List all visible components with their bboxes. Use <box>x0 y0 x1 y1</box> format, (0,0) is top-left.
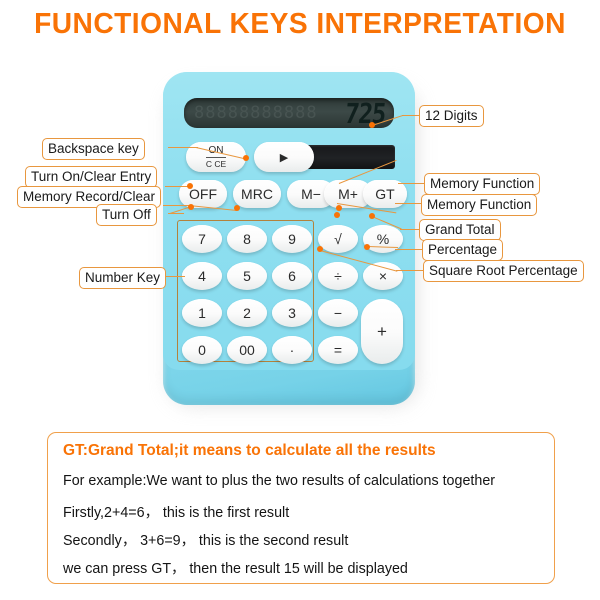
key-equals[interactable]: = <box>318 336 358 364</box>
leader-sqrt-pct <box>396 270 424 272</box>
label-memory-function-minus: Memory Function <box>424 173 541 195</box>
leader-memory-plus <box>395 203 423 205</box>
key-backspace[interactable]: ▶ <box>254 142 314 172</box>
key-6[interactable]: 6 <box>272 262 312 290</box>
key-7[interactable]: 7 <box>182 225 222 253</box>
dot-memory-plus <box>334 212 340 218</box>
key-4[interactable]: 4 <box>182 262 222 290</box>
leader-backspace <box>168 147 198 149</box>
key-8[interactable]: 8 <box>227 225 267 253</box>
explanation-line-2: Firstly,2+4=6， this is the first result <box>63 505 290 521</box>
calculator-face: 88888888888 725 ON C CE ▶ OFF MRC M− M+ … <box>163 72 415 370</box>
dot-turn-off <box>188 204 194 210</box>
dot-sqrt-pct <box>317 246 323 252</box>
label-percentage: Percentage <box>422 239 504 261</box>
explanation-panel: GT:Grand Total;it means to calculate all… <box>47 432 555 584</box>
key-plus[interactable]: + <box>361 299 403 364</box>
leader-turn-on <box>165 186 189 188</box>
leader-memory-record-a <box>163 205 191 207</box>
label-square-root-percentage: Square Root Percentage <box>423 260 584 282</box>
key-5[interactable]: 5 <box>227 262 267 290</box>
explanation-line-4: we can press GT， then the result 15 will… <box>63 561 408 577</box>
key-1[interactable]: 1 <box>182 299 222 327</box>
leader-number-key <box>163 276 185 278</box>
dot-grand-total <box>369 213 375 219</box>
key-decimal[interactable]: · <box>272 336 312 364</box>
dot-percentage <box>364 244 370 250</box>
leader-grand-total <box>400 229 420 231</box>
dot-memory-minus <box>336 205 342 211</box>
label-grand-total: Grand Total <box>419 219 501 241</box>
explanation-heading: GT:Grand Total;it means to calculate all… <box>63 442 436 459</box>
leader-memory-minus <box>398 183 426 185</box>
leader-percentage <box>395 249 423 251</box>
explanation-line-3: Secondly， 3+6=9， this is the second resu… <box>63 533 349 549</box>
label-number-key: Number Key <box>79 267 167 289</box>
explanation-line-1: For example:We want to plus the two resu… <box>63 473 496 489</box>
key-clear-entry-label: C CE <box>205 156 227 169</box>
dot-memory-record <box>234 205 240 211</box>
dot-digits <box>369 122 375 128</box>
page-title: FUNCTIONAL KEYS INTERPRETATION <box>34 8 566 40</box>
calculator-body: 88888888888 725 ON C CE ▶ OFF MRC M− M+ … <box>163 72 415 405</box>
dot-turn-on <box>187 183 193 189</box>
key-9[interactable]: 9 <box>272 225 312 253</box>
label-memory-function-plus: Memory Function <box>421 194 538 216</box>
key-divide[interactable]: ÷ <box>318 262 358 290</box>
key-2[interactable]: 2 <box>227 299 267 327</box>
key-mrc[interactable]: MRC <box>233 180 281 208</box>
key-minus[interactable]: − <box>318 299 358 327</box>
lcd-display: 88888888888 725 <box>184 98 394 128</box>
infographic-canvas: FUNCTIONAL KEYS INTERPRETATION 888888888… <box>0 0 600 600</box>
key-0[interactable]: 0 <box>182 336 222 364</box>
dot-backspace <box>243 155 249 161</box>
key-square-root[interactable]: √ <box>318 225 358 253</box>
label-12-digits: 12 Digits <box>419 105 484 127</box>
key-00[interactable]: 00 <box>227 336 267 364</box>
label-turn-off: Turn Off <box>96 204 157 226</box>
key-3[interactable]: 3 <box>272 299 312 327</box>
label-turn-on-clear-entry: Turn On/Clear Entry <box>25 166 158 188</box>
label-backspace-key: Backspace key <box>42 138 145 160</box>
